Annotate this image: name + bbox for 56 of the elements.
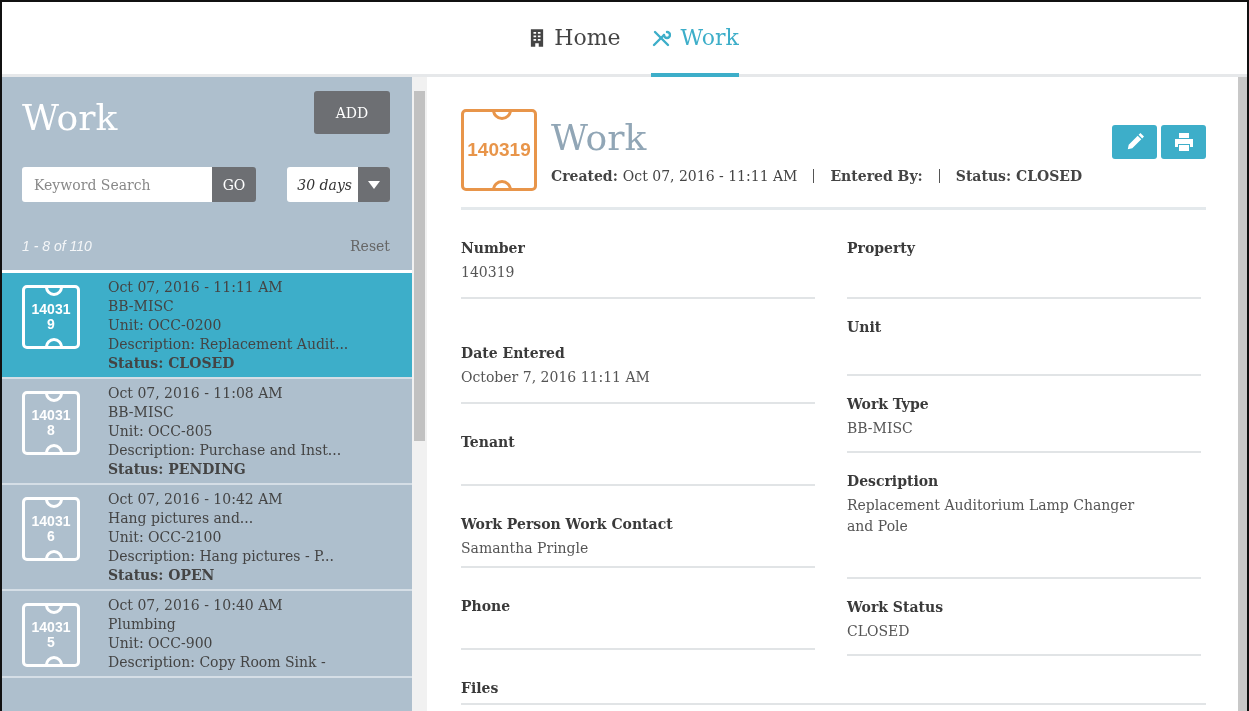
edit-button[interactable] (1112, 125, 1157, 159)
field-value: Replacement Auditorium Lamp Changer and Pole (847, 497, 1135, 534)
building-icon (530, 28, 545, 47)
item-description: Description: Copy Room Sink - (108, 653, 326, 672)
reset-link[interactable]: Reset (350, 238, 390, 254)
print-button[interactable] (1161, 125, 1206, 159)
item-description: Description: Replacement Audit... (108, 335, 349, 354)
field-label: Work Type (847, 396, 930, 412)
pencil-icon (1125, 133, 1144, 151)
item-type: BB-MISC (108, 403, 175, 422)
work-list-item[interactable]: 140315 Oct 07, 2016 - 10:40 AM Plumbing Unit: OCC-900 Description: Copy Room Sink - (2, 591, 412, 678)
field-value: CLOSED (847, 623, 910, 639)
item-description: Description: Purchase and Inst... (108, 441, 342, 460)
item-date: Oct 07, 2016 - 11:11 AM (108, 278, 284, 297)
item-unit: Unit: OCC-2100 (108, 528, 223, 547)
field-value: BB-MISC (847, 420, 913, 436)
field-label: Phone (461, 598, 512, 614)
meta-text: Status: CLOSED (955, 167, 1083, 184)
range-dropdown[interactable]: 30 days (287, 167, 390, 202)
item-status: Status: OPEN (108, 566, 216, 585)
field-label: Property (847, 240, 917, 256)
item-type: Plumbing (108, 615, 177, 634)
item-status: Status: PENDING (108, 460, 247, 479)
printer-icon (1173, 132, 1194, 152)
item-type: BB-MISC (108, 297, 175, 316)
work-list-item[interactable]: 140319 Oct 07, 2016 - 11:11 AM BB-MISC Unit: OCC-0200 Description: Replacement Audit... Status: CLOSED (2, 273, 412, 379)
field-label: Unit (847, 319, 883, 335)
item-unit: Unit: OCC-900 (108, 634, 214, 653)
item-date: Oct 07, 2016 - 10:42 AM (108, 490, 284, 509)
field-label: Work Person Work Contact (461, 516, 674, 532)
meta-text: Entered By: (830, 167, 923, 184)
search-field[interactable]: Keyword Search (22, 167, 212, 202)
item-description: Description: Hang pictures - P... (108, 547, 335, 566)
item-date: Oct 07, 2016 - 11:08 AM (108, 384, 284, 403)
go-button[interactable]: GO (212, 167, 256, 202)
sidebar-title: Work (22, 97, 118, 138)
field-value: Samantha Pringle (461, 540, 589, 556)
add-button[interactable]: ADD (314, 91, 390, 134)
field-label: Work Status (847, 599, 945, 615)
field-label: Tenant (461, 434, 516, 450)
item-status: Status: CLOSED (108, 354, 236, 373)
result-count: 1 - 8 of 110 (22, 238, 92, 254)
nav-tab[interactable]: Home (530, 2, 621, 77)
item-unit: Unit: OCC-805 (108, 422, 214, 441)
item-unit: Unit: OCC-0200 (108, 316, 223, 335)
field-value: October 7, 2016 11:11 AM (461, 369, 650, 385)
item-date: Oct 07, 2016 - 10:40 AM (108, 596, 284, 615)
field-label: Description (847, 473, 940, 489)
meta-text: Created: Oct 07, 2016 - 11:11 AM (551, 167, 798, 184)
detail-title: Work (551, 116, 648, 158)
item-type: Hang pictures and... (108, 509, 255, 528)
field-label: Date Entered (461, 345, 566, 361)
field-label: Number (461, 240, 526, 256)
caret-icon (368, 180, 380, 189)
field-label: Files (461, 680, 499, 696)
field-value: 140319 (461, 264, 515, 280)
